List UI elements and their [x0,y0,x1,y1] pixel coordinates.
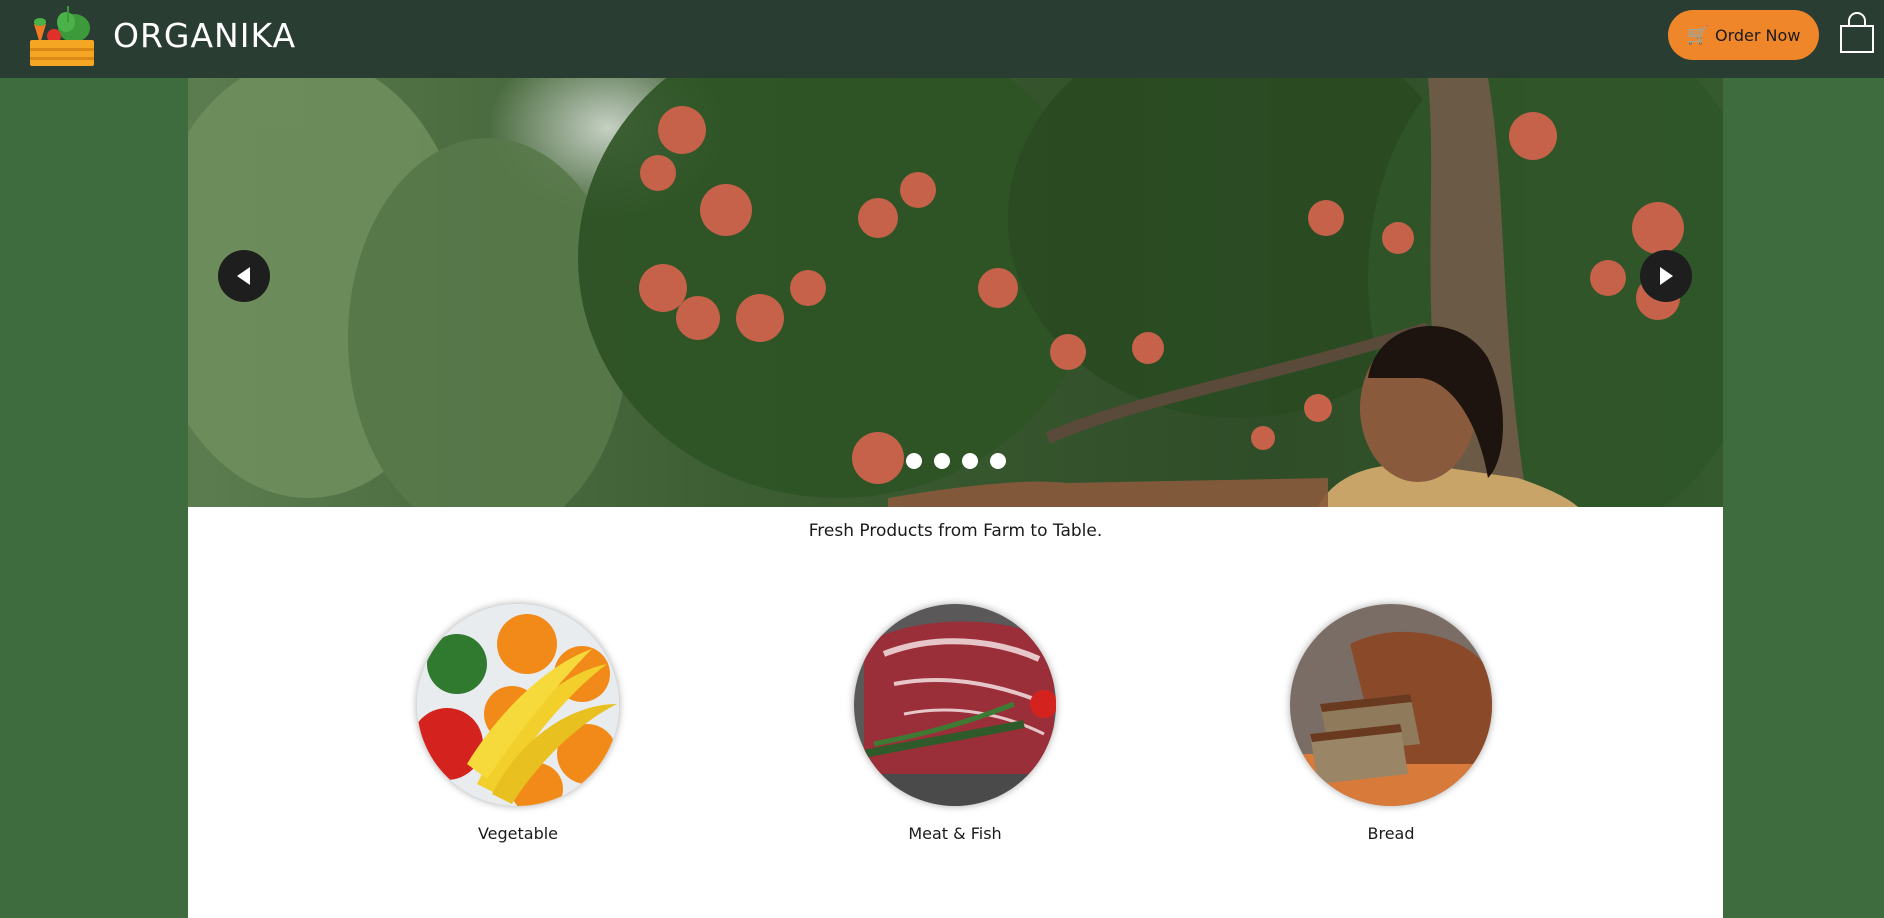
category-meat-fish[interactable]: Meat & Fish [845,604,1065,843]
hero-image [188,78,1723,507]
category-label: Bread [1367,824,1415,843]
category-image-bread [1290,604,1492,806]
brand-name[interactable]: ORGANIKA [113,16,296,55]
logo-produce-crate-icon[interactable] [28,4,96,68]
cart-icon: 🛒 [1686,24,1709,46]
shopping-bag-icon[interactable] [1838,12,1876,54]
carousel-dot-1[interactable] [905,453,922,469]
carousel-prev-button[interactable] [218,250,270,302]
category-label: Meat & Fish [908,824,1002,843]
category-image-meat-fish [854,604,1056,806]
category-vegetable[interactable]: Vegetable [408,604,628,843]
arrow-left-icon [237,267,250,285]
category-image-vegetable [417,604,619,806]
category-list: Vegetable Meat & Fish Bread [188,604,1723,864]
main-content: Fresh Products from Farm to Table. Veget… [188,78,1723,918]
order-now-button[interactable]: 🛒 Order Now [1668,10,1819,60]
carousel-dot-2[interactable] [933,453,950,469]
carousel-dot-4[interactable] [989,453,1006,469]
category-bread[interactable]: Bread [1281,604,1501,843]
tagline: Fresh Products from Farm to Table. [808,521,1103,541]
order-now-label: Order Now [1715,25,1801,45]
site-header: ORGANIKA 🛒 Order Now [0,0,1884,78]
hero-carousel [188,78,1723,507]
carousel-indicators [188,453,1723,469]
carousel-next-button[interactable] [1640,250,1692,302]
category-label: Vegetable [477,824,559,843]
arrow-right-icon [1660,267,1673,285]
carousel-dot-3[interactable] [961,453,978,469]
